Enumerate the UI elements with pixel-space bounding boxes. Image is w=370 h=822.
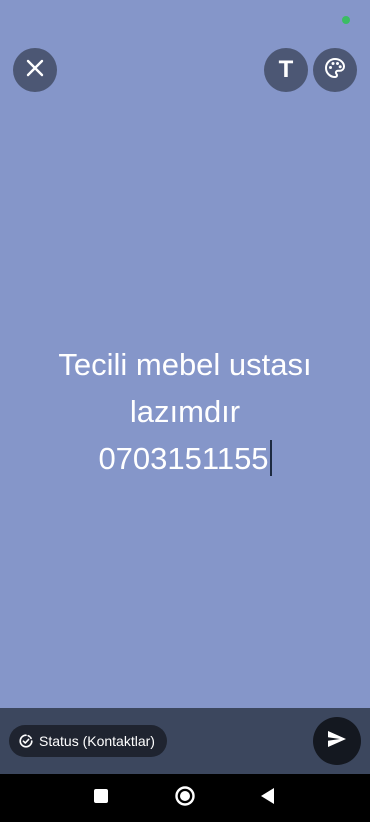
palette-icon [323, 56, 347, 85]
bottom-bar: Status (Kontaktlar) [0, 708, 370, 774]
status-text-line-3: 0703151155 [98, 441, 269, 476]
circle-icon [174, 785, 196, 812]
system-navigation-bar [0, 774, 370, 822]
status-text-line-3-wrap: 0703151155 [20, 435, 350, 482]
status-text-line-1: Tecili mebel ustası [58, 347, 312, 382]
text-style-button[interactable]: T [264, 48, 308, 92]
home-button[interactable] [173, 785, 197, 812]
status-audience-label: Status (Kontaktlar) [39, 733, 155, 749]
square-icon [94, 788, 108, 808]
send-icon [327, 730, 347, 753]
triangle-back-icon [261, 787, 275, 809]
close-button[interactable] [13, 48, 57, 92]
status-text-line-2: lazımdır [129, 394, 241, 429]
status-canvas[interactable]: T Tecili mebel ustası lazımdır 070315115… [0, 0, 370, 708]
close-icon [25, 58, 45, 83]
recents-button[interactable] [89, 786, 113, 810]
text-tool-icon: T [278, 56, 294, 83]
text-caret [269, 440, 272, 476]
back-button[interactable] [256, 786, 280, 810]
status-icon [19, 734, 33, 748]
camera-indicator-dot [342, 16, 350, 24]
status-audience-chip[interactable]: Status (Kontaktlar) [9, 725, 167, 757]
status-text-editor[interactable]: Tecili mebel ustası lazımdır 0703151155 [20, 341, 350, 482]
send-button[interactable] [313, 717, 361, 765]
background-color-button[interactable] [313, 48, 357, 92]
